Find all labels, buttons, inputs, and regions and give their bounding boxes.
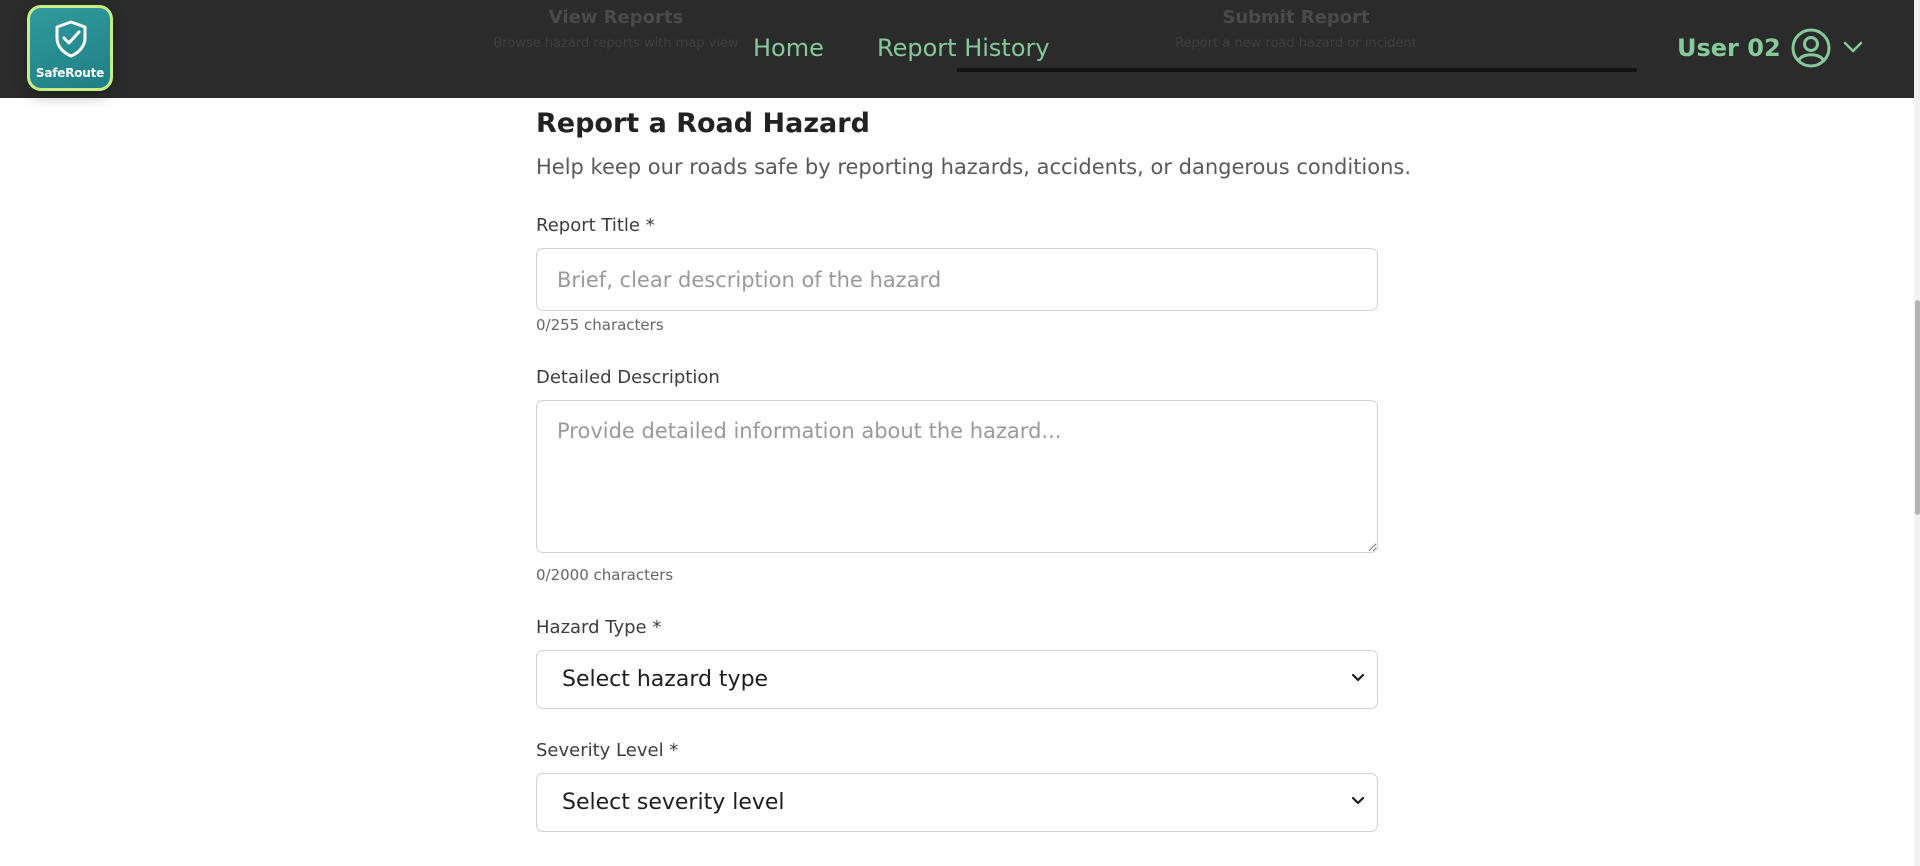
report-title-input[interactable] [536, 248, 1378, 311]
chevron-down-icon [1351, 796, 1365, 805]
logo-text: SafeRoute [35, 66, 105, 80]
scrollbar-thumb[interactable] [1915, 300, 1920, 515]
hazard-type-label: Hazard Type * [536, 617, 662, 638]
shield-check-icon [55, 20, 87, 58]
page-subtitle: Help keep our roads safe by reporting ha… [536, 155, 1412, 179]
chevron-down-icon [1351, 673, 1365, 682]
description-counter: 0/2000 characters [536, 566, 674, 584]
severity-value: Select severity level [562, 790, 785, 815]
description-label: Detailed Description [536, 367, 720, 388]
active-tab-indicator [957, 68, 1637, 72]
page-scrollbar[interactable] [1914, 0, 1920, 866]
top-navbar: SafeRoute View Reports Browse hazard rep… [0, 0, 1914, 98]
page-title: Report a Road Hazard [536, 108, 870, 139]
description-textarea[interactable] [536, 400, 1378, 553]
tab-submit-report[interactable]: Submit Report Report a new road hazard o… [1170, 7, 1422, 51]
report-title-label: Report Title * [536, 215, 655, 236]
tab-view-reports[interactable]: View Reports Browse hazard reports with … [490, 7, 742, 51]
tab-submit-report-title: Submit Report [1222, 7, 1370, 28]
report-title-counter: 0/255 characters [536, 316, 664, 334]
tab-view-reports-subtitle: Browse hazard reports with map view [493, 36, 739, 51]
user-name[interactable]: User 02 [1677, 34, 1781, 62]
severity-select[interactable]: Select severity level [536, 773, 1378, 832]
chevron-down-icon[interactable] [1843, 40, 1863, 54]
hazard-type-select[interactable]: Select hazard type [536, 650, 1378, 709]
app-logo[interactable]: SafeRoute [27, 5, 113, 91]
tab-submit-report-subtitle: Report a new road hazard or incident [1175, 36, 1417, 51]
nav-report-history-link[interactable]: Report History [877, 34, 1050, 62]
nav-home-link[interactable]: Home [753, 34, 824, 62]
user-circle-icon[interactable] [1790, 27, 1832, 69]
severity-label: Severity Level * [536, 740, 679, 761]
tab-view-reports-title: View Reports [548, 7, 684, 28]
hazard-type-value: Select hazard type [562, 667, 769, 692]
